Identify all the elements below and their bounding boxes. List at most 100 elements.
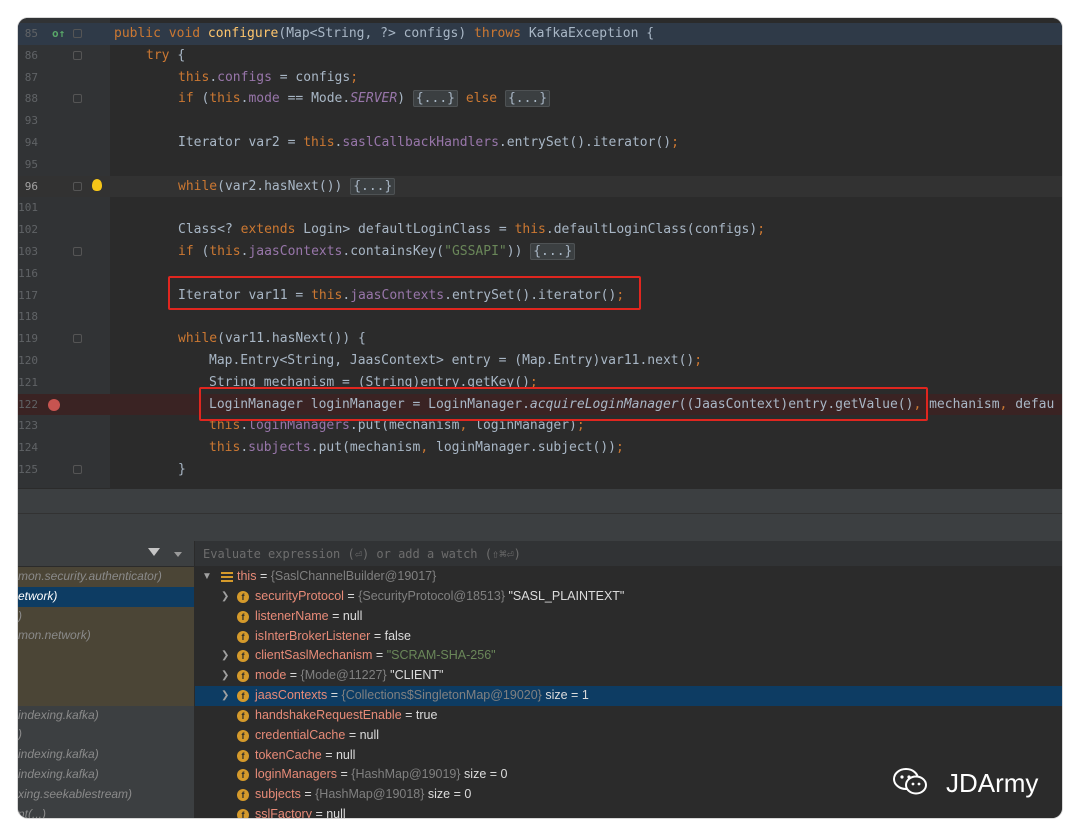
- code-text: while(var2.hasNext()) {...}: [178, 176, 396, 198]
- code-line[interactable]: 93: [18, 110, 1062, 132]
- highlight-box: [199, 387, 928, 421]
- variable-name: mode: [255, 668, 287, 683]
- variable-value: "SASL_PLAINTEXT": [508, 588, 625, 603]
- code-text: this.subjects.put(mechanism, loginManage…: [209, 440, 624, 456]
- field-icon: f: [237, 709, 249, 722]
- code-line[interactable]: 94 Iterator var2 = this.saslCallbackHand…: [18, 132, 1062, 154]
- fold-icon[interactable]: [73, 181, 82, 191]
- variable-name: listenerName: [255, 608, 329, 623]
- line-number: 121: [18, 375, 38, 389]
- variable-row[interactable]: f listenerName = null: [195, 607, 1062, 627]
- field-icon: f: [237, 729, 249, 742]
- code-line[interactable]: 86 try {: [18, 45, 1062, 67]
- frame-item[interactable]: xing.seekablestream): [18, 785, 194, 805]
- chevron-right-icon[interactable]: ❯: [221, 666, 229, 686]
- variable-row[interactable]: f credentialCache = null: [195, 726, 1062, 746]
- variable-type: {SaslChannelBuilder@19017}: [270, 569, 437, 583]
- variable-value: size = 0: [464, 767, 508, 782]
- variable-row[interactable]: ❯ f clientSaslMechanism = "SCRAM-SHA-256…: [195, 646, 1062, 666]
- variable-name: this: [237, 569, 257, 583]
- code-line[interactable]: 87 this.configs = configs;: [18, 67, 1062, 89]
- frame-item[interactable]: [18, 665, 194, 686]
- breakpoint-icon[interactable]: [48, 398, 60, 411]
- code-line[interactable]: 95: [18, 154, 1062, 176]
- code-line[interactable]: 120 Map.Entry<String, JaasContext> entry…: [18, 350, 1062, 372]
- debug-toolbar: [18, 513, 1062, 541]
- code-line[interactable]: 85 o↑ public void configure(Map<String, …: [18, 23, 1062, 45]
- frame-item[interactable]: indexing.kafka): [18, 706, 194, 726]
- variable-row[interactable]: f handshakeRequestEnable = true: [195, 706, 1062, 726]
- code-text: this.configs = configs;: [178, 69, 359, 85]
- chevron-down-icon[interactable]: ▼: [202, 567, 212, 587]
- line-number: 95: [24, 157, 38, 171]
- code-line[interactable]: 101: [18, 197, 1062, 219]
- frame-item[interactable]: etwork): [18, 586, 194, 607]
- frame-item[interactable]: [18, 646, 194, 666]
- chevron-down-icon[interactable]: [174, 552, 182, 557]
- code-line[interactable]: 125 }: [18, 459, 1062, 481]
- variable-row[interactable]: f sslFactory = null: [195, 805, 1062, 818]
- code-text: try {: [146, 47, 186, 63]
- code-editor[interactable]: 85 o↑ public void configure(Map<String, …: [18, 18, 1062, 488]
- frame-item[interactable]: indexing.kafka): [18, 765, 194, 785]
- frame-item[interactable]: mon.network): [18, 626, 194, 647]
- fold-icon[interactable]: [73, 465, 82, 474]
- variable-name: isInterBrokerListener: [255, 628, 371, 643]
- line-number: 102: [18, 223, 38, 237]
- variable-row[interactable]: f subjects = {HashMap@19018} size = 0: [195, 785, 1062, 805]
- variable-name: loginManagers: [255, 767, 337, 782]
- variable-type: {Mode@11227}: [300, 668, 387, 683]
- evaluate-expression-input[interactable]: Evaluate expression (⏎) or add a watch (…: [195, 541, 1062, 567]
- field-icon: f: [237, 789, 249, 802]
- code-text: if (this.mode == Mode.SERVER) {...} else…: [178, 88, 551, 110]
- variable-row[interactable]: ❯ f jaasContexts = {Collections$Singleto…: [195, 686, 1062, 706]
- code-line[interactable]: 119 while(var11.hasNext()) {: [18, 328, 1062, 350]
- variable-row[interactable]: f isInterBrokerListener = false: [195, 627, 1062, 647]
- implements-icon[interactable]: o↑: [52, 27, 65, 40]
- wechat-icon: [893, 768, 927, 795]
- frame-item[interactable]: indexing.kafka): [18, 745, 194, 765]
- line-number: 85: [24, 27, 38, 40]
- variable-value: true: [415, 707, 438, 722]
- field-icon: f: [237, 690, 249, 703]
- lightbulb-icon[interactable]: [92, 178, 102, 191]
- variable-row[interactable]: f tokenCache = null: [195, 746, 1062, 766]
- chevron-right-icon[interactable]: ❯: [221, 587, 229, 607]
- variable-name: securityProtocol: [255, 588, 344, 603]
- frame-item[interactable]: nt(...): [18, 805, 194, 818]
- line-number: 118: [18, 310, 38, 324]
- variable-value: "CLIENT": [390, 668, 444, 683]
- code-line[interactable]: 88 if (this.mode == Mode.SERVER) {...} e…: [18, 88, 1062, 110]
- code-text: }: [178, 462, 186, 477]
- variable-name: handshakeRequestEnable: [255, 707, 402, 722]
- code-line[interactable]: 96 while(var2.hasNext()) {...}: [18, 175, 1062, 198]
- code-line[interactable]: 124 this.subjects.put(mechanism, loginMa…: [18, 437, 1062, 459]
- fold-icon[interactable]: [73, 94, 82, 104]
- frame-item[interactable]: [18, 685, 194, 706]
- variable-value: size = 1: [545, 688, 589, 703]
- variable-name: subjects: [255, 787, 301, 802]
- line-number: 87: [24, 70, 38, 84]
- fold-icon[interactable]: [73, 29, 82, 38]
- frame-item[interactable]: ): [18, 606, 194, 627]
- frame-item[interactable]: mon.security.authenticator): [18, 567, 194, 587]
- variable-row[interactable]: f loginManagers = {HashMap@19019} size =…: [195, 765, 1062, 785]
- fold-icon[interactable]: [73, 334, 82, 344]
- variable-value: false: [384, 628, 411, 643]
- panel-divider[interactable]: [18, 488, 1062, 513]
- variable-row[interactable]: ▼ this = {SaslChannelBuilder@19017}: [195, 567, 1062, 587]
- variable-row[interactable]: ❯ f securityProtocol = {SecurityProtocol…: [195, 587, 1062, 607]
- line-number: 94: [24, 136, 38, 149]
- frame-item[interactable]: ): [18, 725, 194, 745]
- fold-icon[interactable]: [73, 247, 82, 256]
- variable-value: size = 0: [427, 787, 472, 802]
- filter-icon[interactable]: [148, 548, 160, 556]
- code-line[interactable]: 102 Class<? extends Login> defaultLoginC…: [18, 219, 1062, 241]
- chevron-right-icon[interactable]: ❯: [221, 686, 229, 706]
- ide-window: 85 o↑ public void configure(Map<String, …: [18, 18, 1062, 818]
- variable-row[interactable]: ❯ f mode = {Mode@11227} "CLIENT": [195, 666, 1062, 686]
- fold-icon[interactable]: [73, 50, 82, 60]
- line-number: 103: [18, 245, 38, 258]
- chevron-right-icon[interactable]: ❯: [221, 646, 229, 666]
- code-line[interactable]: 103 if (this.jaasContexts.containsKey("G…: [18, 241, 1062, 263]
